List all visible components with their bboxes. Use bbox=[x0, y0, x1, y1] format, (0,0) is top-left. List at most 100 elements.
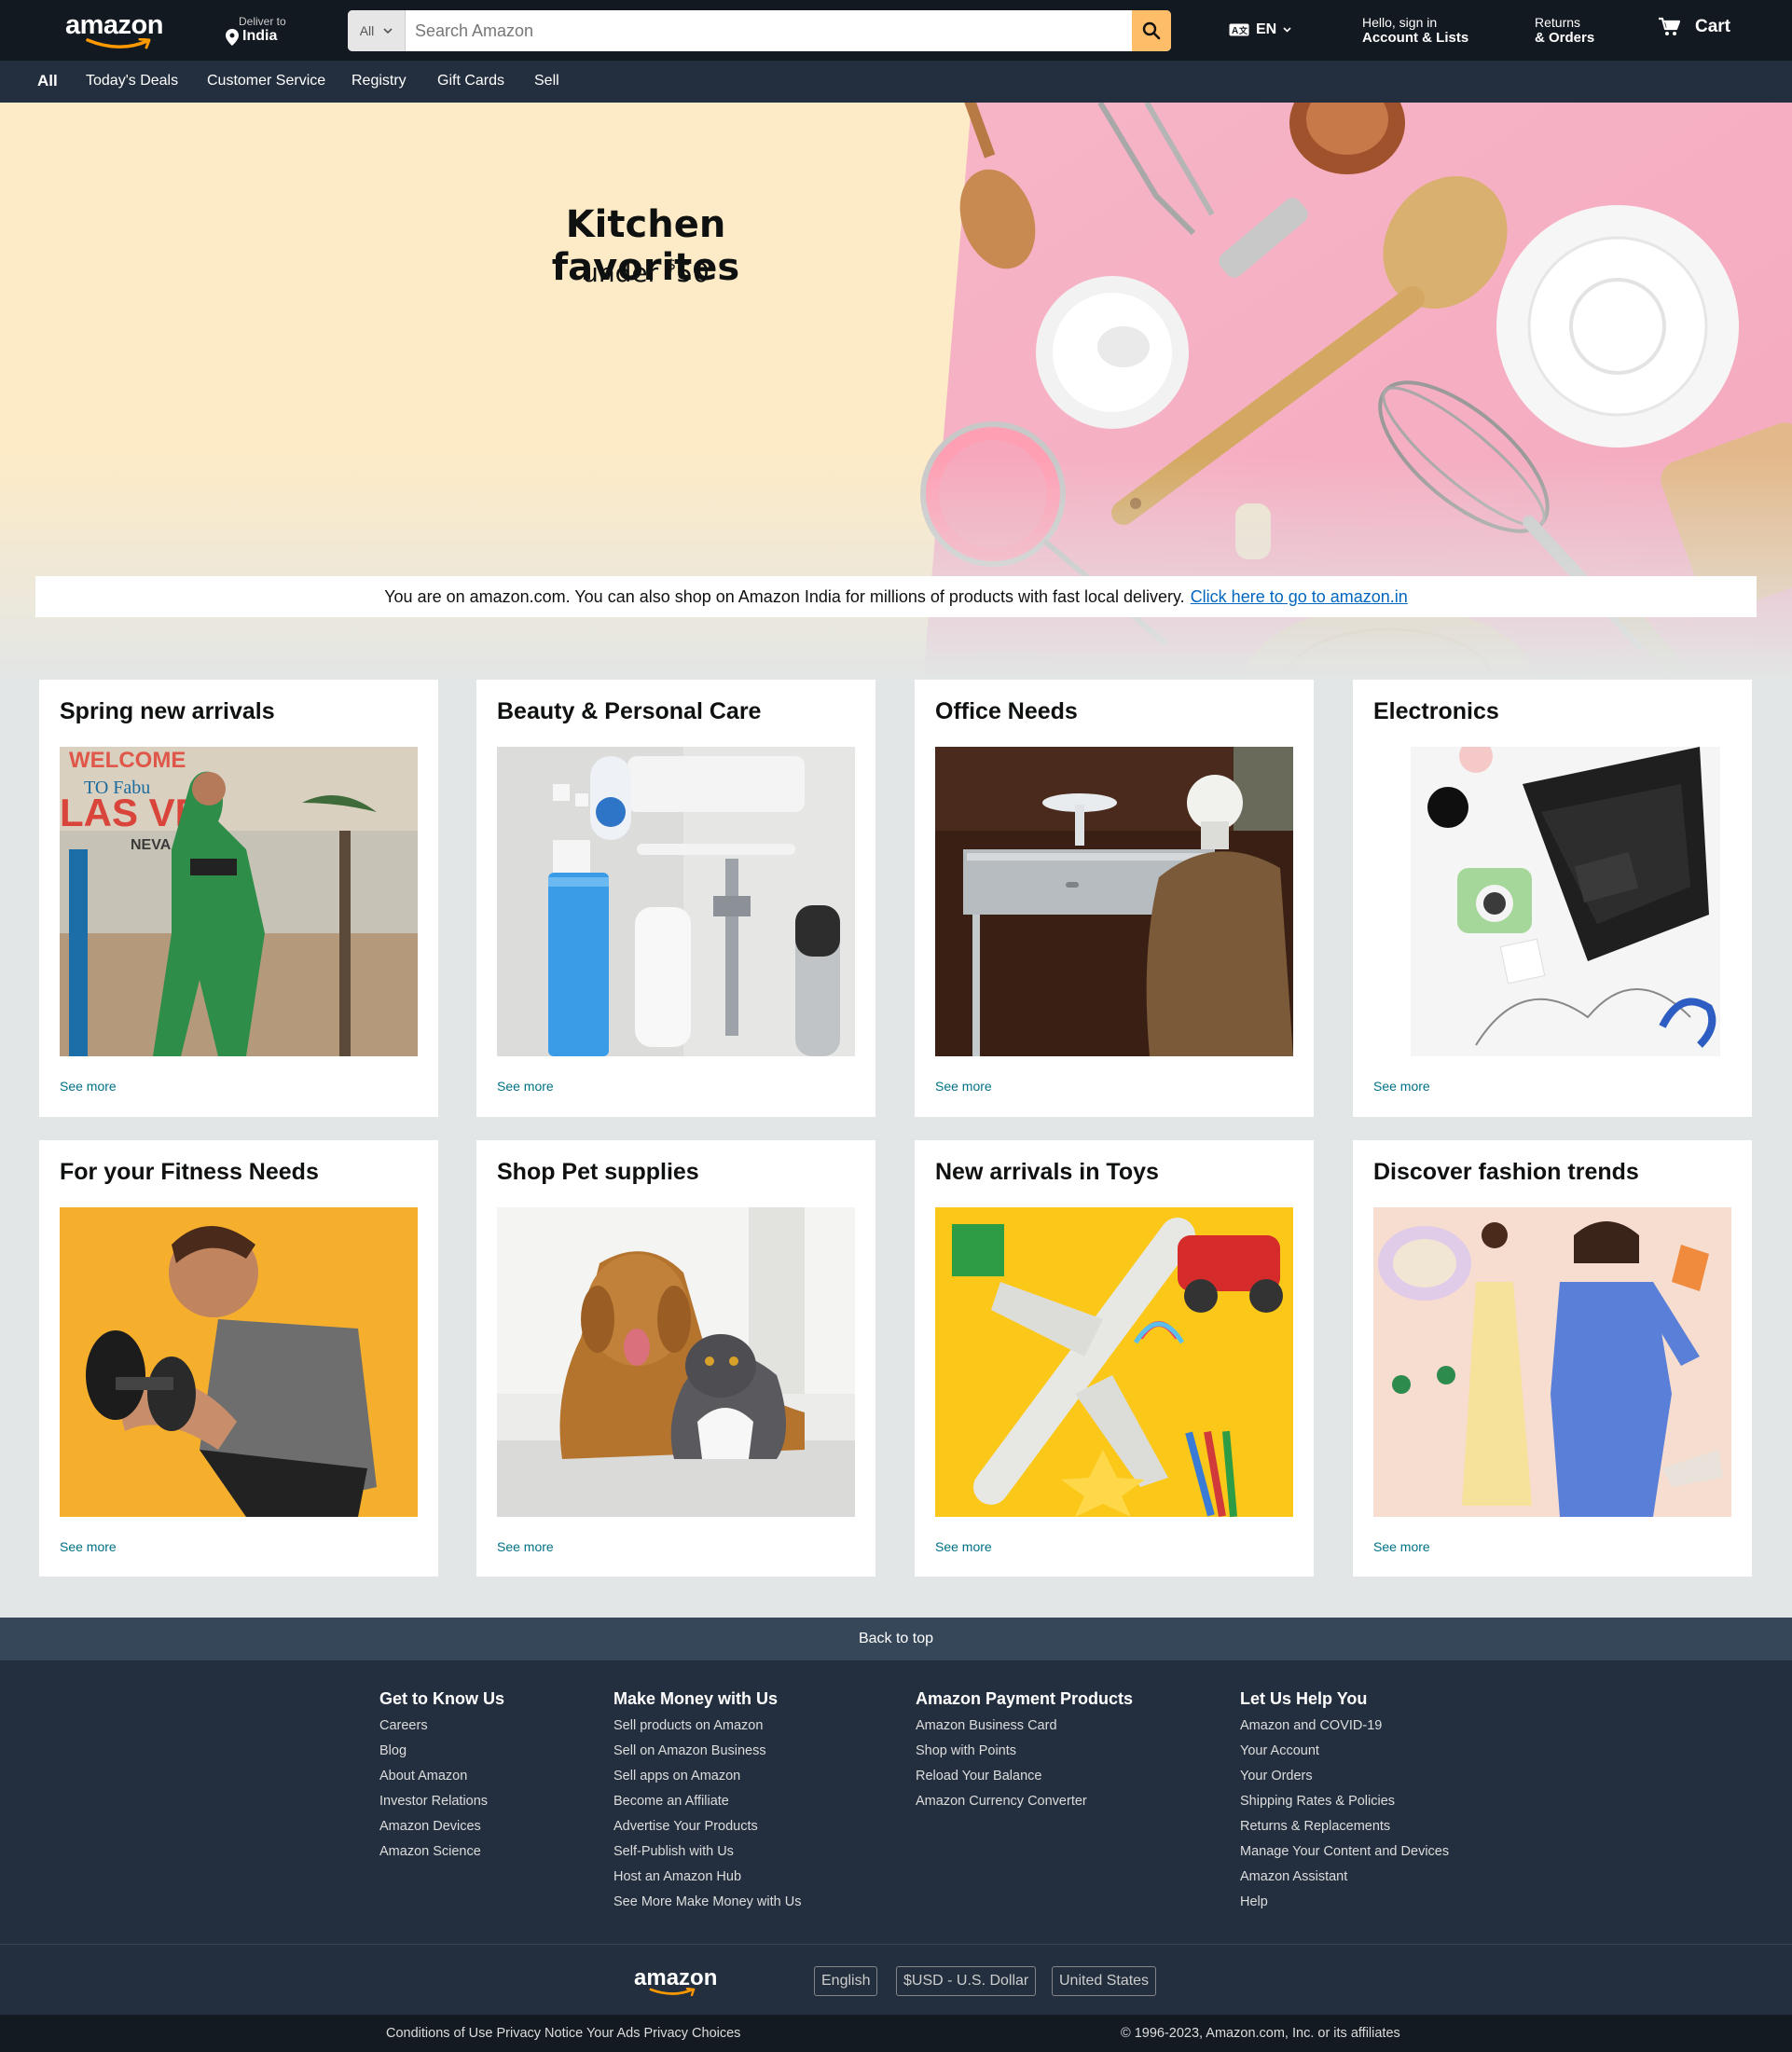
card-image-fashion-model[interactable]: WELCOME TO Fabu LAS VE NEVA bbox=[60, 747, 418, 1056]
see-more-link[interactable]: See more bbox=[60, 1539, 117, 1554]
footer-amazon-logo[interactable]: amazon bbox=[634, 1965, 717, 1996]
amazon-logo[interactable]: amazon bbox=[65, 11, 186, 49]
card-title: Office Needs bbox=[935, 698, 1078, 724]
card-title: Spring new arrivals bbox=[60, 698, 275, 724]
footer-country-button[interactable]: United States bbox=[1052, 1966, 1157, 1996]
ads-privacy-choices-link[interactable]: Your Ads Privacy Choices bbox=[586, 2026, 741, 2041]
footer-link[interactable]: Amazon Assistant bbox=[1240, 1865, 1449, 1890]
footer-link[interactable]: Become an Affiliate bbox=[613, 1789, 801, 1814]
nav-registry[interactable]: Registry bbox=[352, 73, 407, 90]
card-office-needs: Office Needs See more bbox=[915, 680, 1314, 1117]
footer-legal-bar: Conditions of Use Privacy Notice Your Ad… bbox=[0, 2015, 1792, 2052]
cart-icon bbox=[1659, 17, 1680, 35]
card-title: For your Fitness Needs bbox=[60, 1159, 319, 1185]
search-category-dropdown[interactable]: All bbox=[348, 10, 406, 51]
svg-text:NEVA: NEVA bbox=[131, 837, 172, 853]
footer-column-payment-products: Amazon Payment Products Amazon Business … bbox=[916, 1689, 1133, 1814]
footer-link[interactable]: See More Make Money with Us bbox=[613, 1890, 801, 1915]
privacy-notice-link[interactable]: Privacy Notice bbox=[496, 2026, 583, 2041]
language-icon: A 文 bbox=[1229, 23, 1249, 36]
footer-link[interactable]: Amazon Currency Converter bbox=[916, 1789, 1133, 1814]
footer-link[interactable]: Help bbox=[1240, 1890, 1449, 1915]
locale-notice: You are on amazon.com. You can also shop… bbox=[35, 576, 1757, 617]
deliver-to[interactable]: Deliver to India bbox=[224, 15, 336, 48]
card-image-electronics-flatlay[interactable] bbox=[1373, 747, 1731, 1056]
card-image-office-desk[interactable] bbox=[935, 747, 1293, 1056]
nav-customer-service[interactable]: Customer Service bbox=[207, 73, 325, 90]
sub-nav: All Today's Deals Customer Service Regis… bbox=[0, 61, 1792, 103]
go-to-amazon-in-link[interactable]: Click here to go to amazon.in bbox=[1191, 587, 1408, 607]
see-more-link[interactable]: See more bbox=[60, 1079, 117, 1094]
see-more-link[interactable]: See more bbox=[497, 1539, 554, 1554]
nav-sell[interactable]: Sell bbox=[534, 73, 559, 90]
footer-links: Get to Know Us Careers Blog About Amazon… bbox=[0, 1660, 1792, 1944]
chevron-down-icon bbox=[383, 27, 393, 34]
card-title: Beauty & Personal Care bbox=[497, 698, 762, 724]
footer-link[interactable]: Shop with Points bbox=[916, 1739, 1133, 1764]
footer-link[interactable]: Amazon Business Card bbox=[916, 1714, 1133, 1739]
search-button[interactable] bbox=[1132, 10, 1171, 51]
search-input[interactable] bbox=[406, 10, 1132, 51]
footer-link[interactable]: Reload Your Balance bbox=[916, 1764, 1133, 1789]
see-more-link[interactable]: See more bbox=[935, 1539, 992, 1554]
card-spring-new-arrivals: Spring new arrivals WELCOME TO Fabu LAS … bbox=[39, 680, 438, 1117]
footer-column-make-money: Make Money with Us Sell products on Amaz… bbox=[613, 1689, 801, 1915]
footer-language-button[interactable]: English bbox=[814, 1966, 878, 1996]
location-pin-icon bbox=[226, 29, 239, 46]
nav-all-menu[interactable]: All bbox=[37, 72, 58, 90]
card-image-toiletries[interactable] bbox=[497, 747, 855, 1056]
card-image-dog-and-cat[interactable] bbox=[497, 1207, 855, 1517]
card-title: Shop Pet supplies bbox=[497, 1159, 699, 1185]
hero-subtitle: under $50 bbox=[582, 255, 710, 288]
footer-link[interactable]: Manage Your Content and Devices bbox=[1240, 1839, 1449, 1865]
footer-link[interactable]: Self-Publish with Us bbox=[613, 1839, 801, 1865]
footer-link[interactable]: Returns & Replacements bbox=[1240, 1814, 1449, 1839]
footer-link[interactable]: About Amazon bbox=[379, 1764, 504, 1789]
svg-text:A: A bbox=[1232, 26, 1238, 36]
search-icon bbox=[1142, 21, 1161, 40]
card-beauty-personal-care: Beauty & Personal Care See more bbox=[476, 680, 875, 1117]
cart-button[interactable]: Cart bbox=[1658, 17, 1730, 37]
footer-locale-bar: amazon English $USD - U.S. Dollar United… bbox=[0, 1944, 1792, 2015]
footer-link[interactable]: Amazon and COVID-19 bbox=[1240, 1714, 1449, 1739]
footer-link[interactable]: Shipping Rates & Policies bbox=[1240, 1789, 1449, 1814]
copyright-text: © 1996-2023, Amazon.com, Inc. or its aff… bbox=[1121, 2026, 1400, 2041]
account-lists[interactable]: Hello, sign in Account & Lists bbox=[1362, 15, 1483, 46]
see-more-link[interactable]: See more bbox=[497, 1079, 554, 1094]
footer-link[interactable]: Your Account bbox=[1240, 1739, 1449, 1764]
returns-orders[interactable]: Returns & Orders bbox=[1535, 15, 1609, 46]
footer-link[interactable]: Your Orders bbox=[1240, 1764, 1449, 1789]
footer-link[interactable]: Amazon Science bbox=[379, 1839, 504, 1865]
card-title: Discover fashion trends bbox=[1373, 1159, 1639, 1185]
footer-link[interactable]: Amazon Devices bbox=[379, 1814, 504, 1839]
chevron-down-icon bbox=[1283, 27, 1291, 33]
footer-currency-button[interactable]: $USD - U.S. Dollar bbox=[896, 1966, 1037, 1996]
see-more-link[interactable]: See more bbox=[1373, 1079, 1430, 1094]
back-to-top-button[interactable]: Back to top bbox=[0, 1618, 1792, 1660]
legal-links: Conditions of Use Privacy Notice Your Ad… bbox=[386, 2026, 740, 2041]
footer-link[interactable]: Advertise Your Products bbox=[613, 1814, 801, 1839]
footer-link[interactable]: Careers bbox=[379, 1714, 504, 1739]
nav-todays-deals[interactable]: Today's Deals bbox=[86, 73, 178, 90]
footer-link[interactable]: Investor Relations bbox=[379, 1789, 504, 1814]
card-pet-supplies: Shop Pet supplies See more bbox=[476, 1140, 875, 1577]
footer-link[interactable]: Blog bbox=[379, 1739, 504, 1764]
conditions-of-use-link[interactable]: Conditions of Use bbox=[386, 2026, 492, 2041]
smile-arrow-icon bbox=[86, 38, 151, 49]
see-more-link[interactable]: See more bbox=[1373, 1539, 1430, 1554]
card-image-toys[interactable] bbox=[935, 1207, 1293, 1517]
svg-text:文: 文 bbox=[1238, 25, 1248, 35]
nav-gift-cards[interactable]: Gift Cards bbox=[437, 73, 504, 90]
footer-link[interactable]: Sell apps on Amazon bbox=[613, 1764, 801, 1789]
card-image-fitness-man[interactable] bbox=[60, 1207, 418, 1517]
card-image-fashion-trends[interactable] bbox=[1373, 1207, 1731, 1517]
footer-column-help: Let Us Help You Amazon and COVID-19 Your… bbox=[1240, 1689, 1449, 1915]
card-title: Electronics bbox=[1373, 698, 1499, 724]
footer-link[interactable]: Sell on Amazon Business bbox=[613, 1739, 801, 1764]
language-selector[interactable]: A 文 EN bbox=[1229, 19, 1291, 41]
footer-link[interactable]: Host an Amazon Hub bbox=[613, 1865, 801, 1890]
card-toys: New arrivals in Toys See more bbox=[915, 1140, 1314, 1577]
see-more-link[interactable]: See more bbox=[935, 1079, 992, 1094]
card-electronics: Electronics See more bbox=[1353, 680, 1752, 1117]
footer-link[interactable]: Sell products on Amazon bbox=[613, 1714, 801, 1739]
